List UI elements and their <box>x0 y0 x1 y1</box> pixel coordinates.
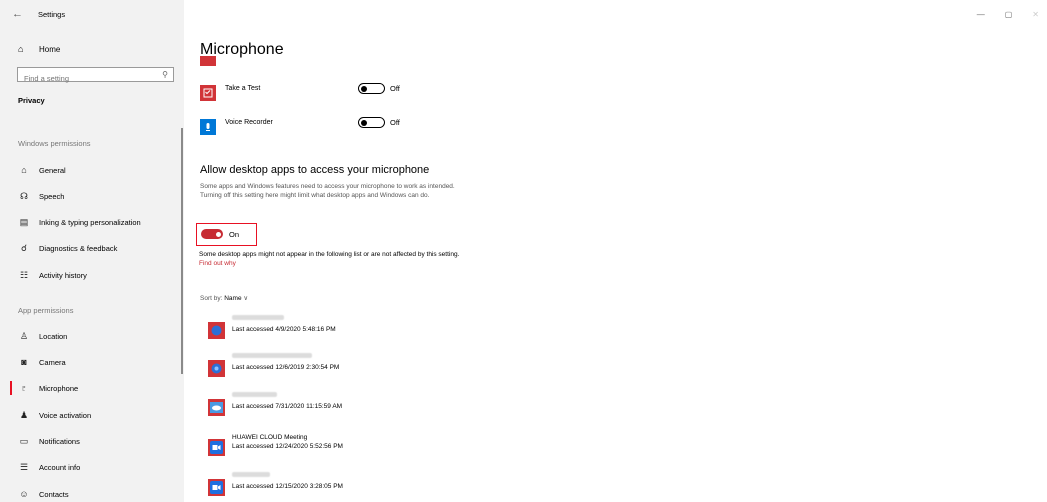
sidebar-item-label: Inking & typing personalization <box>39 217 141 227</box>
title-bar: ← Settings <box>0 0 184 30</box>
camera-icon: ◙ <box>21 357 27 367</box>
take-a-test-icon <box>200 85 216 101</box>
sidebar: ← Settings ⌂ Home ⚲ Privacy Windows perm… <box>0 0 184 502</box>
sidebar-item-contacts[interactable]: ☺ Contacts <box>18 487 69 501</box>
sidebar-item-diagnostics[interactable]: ☌ Diagnostics & feedback <box>18 241 117 255</box>
toggle-state-label: On <box>229 230 240 239</box>
sidebar-item-account-info[interactable]: ☰ Account info <box>18 460 80 474</box>
sidebar-item-location[interactable]: ♙ Location <box>18 329 67 343</box>
sidebar-item-voice-activation[interactable]: ♟ Voice activation <box>18 408 91 422</box>
toggle-state-label: Off <box>390 118 400 127</box>
voice-recorder-toggle[interactable] <box>358 117 385 128</box>
back-arrow-icon[interactable]: ← <box>12 8 23 20</box>
account-info-icon: ☰ <box>19 461 29 472</box>
take-a-test-toggle[interactable] <box>358 83 385 94</box>
home-icon: ⌂ <box>18 44 24 54</box>
section-title-privacy: Privacy <box>18 96 45 105</box>
notifications-icon: ▭ <box>19 435 29 446</box>
speech-icon: ☊ <box>20 190 28 201</box>
desktop-apps-toggle[interactable] <box>201 229 223 239</box>
voice-activation-icon: ♟ <box>19 409 29 420</box>
sidebar-item-activity-history[interactable]: ☷ Activity history <box>18 268 87 282</box>
microphone-icon: ♇ <box>20 383 28 393</box>
active-item-indicator <box>10 381 12 395</box>
app-row-take-a-test: Take a Test <box>200 83 440 103</box>
app-icon <box>208 399 225 416</box>
diagnostics-icon: ☌ <box>20 242 28 253</box>
sidebar-item-microphone[interactable]: ♇ Microphone <box>18 381 79 395</box>
toggle-state-label: Off <box>390 84 400 93</box>
sort-control[interactable]: Sort by: Name ∨ <box>200 294 248 302</box>
desktop-apps-note: Some desktop apps might not appear in th… <box>199 251 469 268</box>
desktop-apps-description: Some apps and Windows features need to a… <box>200 183 455 199</box>
sidebar-item-label: General <box>39 165 66 175</box>
activity-icon: ☷ <box>19 269 29 280</box>
sidebar-item-label: Contacts <box>39 489 69 499</box>
voice-recorder-icon <box>200 119 216 135</box>
app-icon <box>200 56 216 66</box>
sidebar-item-speech[interactable]: ☊ Speech <box>18 189 64 203</box>
sidebar-item-label: Microphone <box>39 383 79 393</box>
app-icon <box>208 360 225 377</box>
redacted-app-name <box>232 392 277 397</box>
app-row-voice-recorder: Voice Recorder <box>200 117 440 137</box>
chevron-down-icon: ∨ <box>243 295 249 302</box>
last-accessed: Last accessed 12/24/2020 5:52:56 PM <box>232 443 343 450</box>
sidebar-item-label: Speech <box>39 191 65 201</box>
redacted-app-name <box>232 353 312 358</box>
app-name: Take a Test <box>225 85 261 92</box>
sidebar-item-label: Camera <box>39 357 66 367</box>
find-out-why-link[interactable]: Find out why <box>199 260 236 267</box>
sidebar-item-notifications[interactable]: ▭ Notifications <box>18 434 80 448</box>
sidebar-item-general[interactable]: ⌂ General <box>18 163 66 177</box>
lock-icon: ⌂ <box>21 165 27 175</box>
last-accessed: Last accessed 12/6/2019 2:30:54 PM <box>232 364 340 371</box>
sidebar-scrollbar[interactable] <box>181 128 183 374</box>
huawei-cloud-meeting-icon <box>208 439 225 456</box>
app-icon <box>208 479 225 496</box>
maximize-button[interactable]: ▢ <box>1005 10 1013 19</box>
search-icon[interactable]: ⚲ <box>162 70 168 79</box>
app-icon <box>208 322 225 339</box>
inking-icon: ▤ <box>19 216 29 227</box>
sidebar-item-inking[interactable]: ▤ Inking & typing personalization <box>18 215 141 229</box>
window-title: Settings <box>38 10 66 19</box>
sidebar-item-label: Activity history <box>39 270 87 280</box>
app-name: HUAWEI CLOUD Meeting <box>232 434 308 441</box>
search-input[interactable] <box>18 72 159 85</box>
location-icon: ♙ <box>19 330 29 341</box>
sort-value: Name <box>224 295 242 302</box>
app-name: Voice Recorder <box>225 119 273 126</box>
app-row-partial <box>200 56 216 66</box>
last-accessed: Last accessed 4/9/2020 5:48:16 PM <box>232 326 336 333</box>
note-text: Some desktop apps might not appear in th… <box>199 251 460 258</box>
sidebar-item-label: Account info <box>39 462 81 472</box>
group-label-app-permissions: App permissions <box>18 306 74 315</box>
nav-home-label: Home <box>39 44 61 54</box>
minimize-button[interactable]: — <box>977 10 985 19</box>
group-label-windows-permissions: Windows permissions <box>18 139 91 148</box>
search-box[interactable]: ⚲ <box>17 67 174 85</box>
sidebar-item-label: Voice activation <box>39 410 92 420</box>
main-content: — ▢ ✕ Microphone Take a Test Off Voice R… <box>184 0 1047 502</box>
close-button[interactable]: ✕ <box>1032 10 1039 19</box>
sidebar-item-label: Location <box>39 331 68 341</box>
sidebar-item-camera[interactable]: ◙ Camera <box>18 355 66 369</box>
sort-prefix: Sort by: <box>200 295 223 302</box>
window-controls: — ▢ ✕ <box>977 10 1039 19</box>
nav-home[interactable]: ⌂ Home <box>18 44 60 54</box>
desktop-apps-heading: Allow desktop apps to access your microp… <box>200 164 430 176</box>
redacted-app-name <box>232 472 270 477</box>
redacted-app-name <box>232 315 284 320</box>
contacts-icon: ☺ <box>19 489 29 499</box>
last-accessed: Last accessed 12/15/2020 3:28:05 PM <box>232 483 343 490</box>
sidebar-item-label: Diagnostics & feedback <box>39 243 118 253</box>
highlight-box: On <box>196 223 257 246</box>
last-accessed: Last accessed 7/31/2020 11:15:59 AM <box>232 403 343 410</box>
sidebar-item-label: Notifications <box>39 436 80 446</box>
